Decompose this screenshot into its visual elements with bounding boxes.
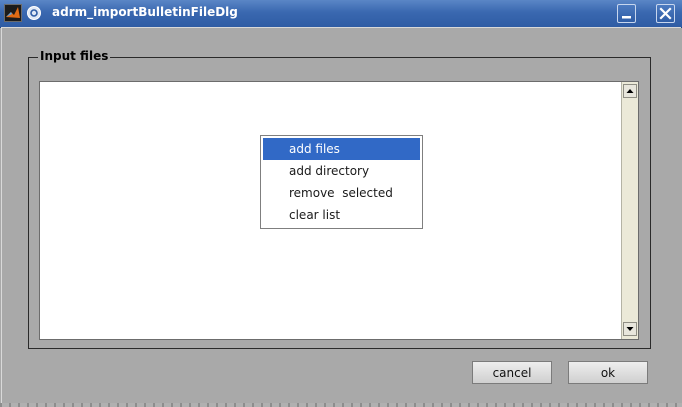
title-bar[interactable]: adrm_importBulletinFileDlg [0, 0, 682, 28]
group-label: Input files [38, 49, 111, 63]
minimize-button[interactable] [617, 4, 636, 23]
menu-item-remove-selected[interactable]: remove selected [263, 182, 420, 204]
arrow-up-icon [626, 89, 634, 93]
close-icon [659, 7, 672, 20]
arrow-down-icon [626, 327, 634, 331]
scroll-down-button[interactable] [623, 322, 637, 336]
matlab-logo-icon[interactable] [4, 4, 22, 22]
window-title: adrm_importBulletinFileDlg [52, 5, 238, 19]
window-menu-icon[interactable] [26, 5, 42, 21]
list-scrollbar[interactable] [621, 82, 638, 339]
context-menu: add files add directory remove selected … [260, 135, 423, 229]
window-bottom-edge [0, 403, 682, 407]
ok-button[interactable]: ok [568, 361, 648, 384]
close-button[interactable] [656, 4, 675, 23]
menu-item-add-directory[interactable]: add directory [263, 160, 420, 182]
dialog-window: adrm_importBulletinFileDlg Input files a… [0, 0, 682, 407]
menu-item-clear-list[interactable]: clear list [263, 204, 420, 226]
minimize-icon [622, 16, 631, 19]
cancel-button[interactable]: cancel [472, 361, 552, 384]
menu-item-add-files[interactable]: add files [263, 138, 420, 160]
scroll-up-button[interactable] [623, 84, 637, 98]
